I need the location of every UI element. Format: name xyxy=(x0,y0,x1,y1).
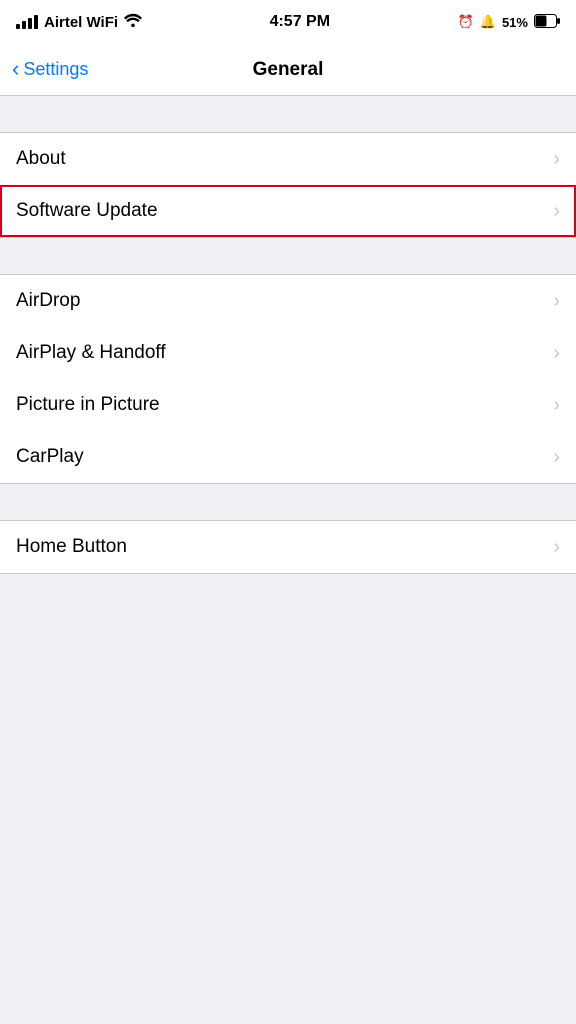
status-bar: Airtel WiFi 4:57 PM ⏰ 🔔 51% xyxy=(0,0,576,44)
settings-row-software-update[interactable]: Software Update › xyxy=(0,185,576,237)
settings-row-picture-in-picture[interactable]: Picture in Picture › xyxy=(0,379,576,431)
back-label: Settings xyxy=(23,59,88,80)
alarm-icon: ⏰ xyxy=(458,14,474,30)
carplay-chevron-icon: › xyxy=(553,446,560,469)
airplay-handoff-chevron-icon: › xyxy=(553,342,560,365)
back-button[interactable]: ‹ Settings xyxy=(12,59,88,80)
settings-row-about[interactable]: About › xyxy=(0,133,576,185)
settings-group-2: AirDrop › AirPlay & Handoff › Picture in… xyxy=(0,274,576,484)
settings-row-home-button[interactable]: Home Button › xyxy=(0,521,576,573)
battery-icon xyxy=(534,14,560,31)
back-chevron-icon: ‹ xyxy=(12,58,19,80)
status-left: Airtel WiFi xyxy=(16,13,142,31)
airdrop-label: AirDrop xyxy=(16,290,80,312)
status-right: ⏰ 🔔 51% xyxy=(458,14,560,31)
airplay-handoff-label: AirPlay & Handoff xyxy=(16,342,166,364)
page-title: General xyxy=(253,59,324,81)
status-time: 4:57 PM xyxy=(270,13,330,31)
about-chevron-icon: › xyxy=(553,148,560,171)
software-update-chevron-icon: › xyxy=(553,200,560,223)
settings-group-1: About › Software Update › xyxy=(0,132,576,238)
home-button-chevron-icon: › xyxy=(553,536,560,559)
carrier-label: Airtel WiFi xyxy=(44,14,118,31)
nav-bar: ‹ Settings General xyxy=(0,44,576,96)
signal-icon xyxy=(16,15,38,29)
about-label: About xyxy=(16,148,66,170)
section-gap-1 xyxy=(0,96,576,132)
settings-row-airdrop[interactable]: AirDrop › xyxy=(0,275,576,327)
settings-row-airplay-handoff[interactable]: AirPlay & Handoff › xyxy=(0,327,576,379)
home-button-label: Home Button xyxy=(16,536,127,558)
section-gap-3 xyxy=(0,484,576,520)
settings-group-3: Home Button › xyxy=(0,520,576,574)
wifi-icon xyxy=(124,13,142,31)
software-update-label: Software Update xyxy=(16,200,158,222)
picture-in-picture-chevron-icon: › xyxy=(553,394,560,417)
airdrop-chevron-icon: › xyxy=(553,290,560,313)
battery-label: 51% xyxy=(502,15,528,30)
section-gap-2 xyxy=(0,238,576,274)
settings-row-carplay[interactable]: CarPlay › xyxy=(0,431,576,483)
alarm2-icon: 🔔 xyxy=(480,14,496,30)
carplay-label: CarPlay xyxy=(16,446,84,468)
picture-in-picture-label: Picture in Picture xyxy=(16,394,160,416)
